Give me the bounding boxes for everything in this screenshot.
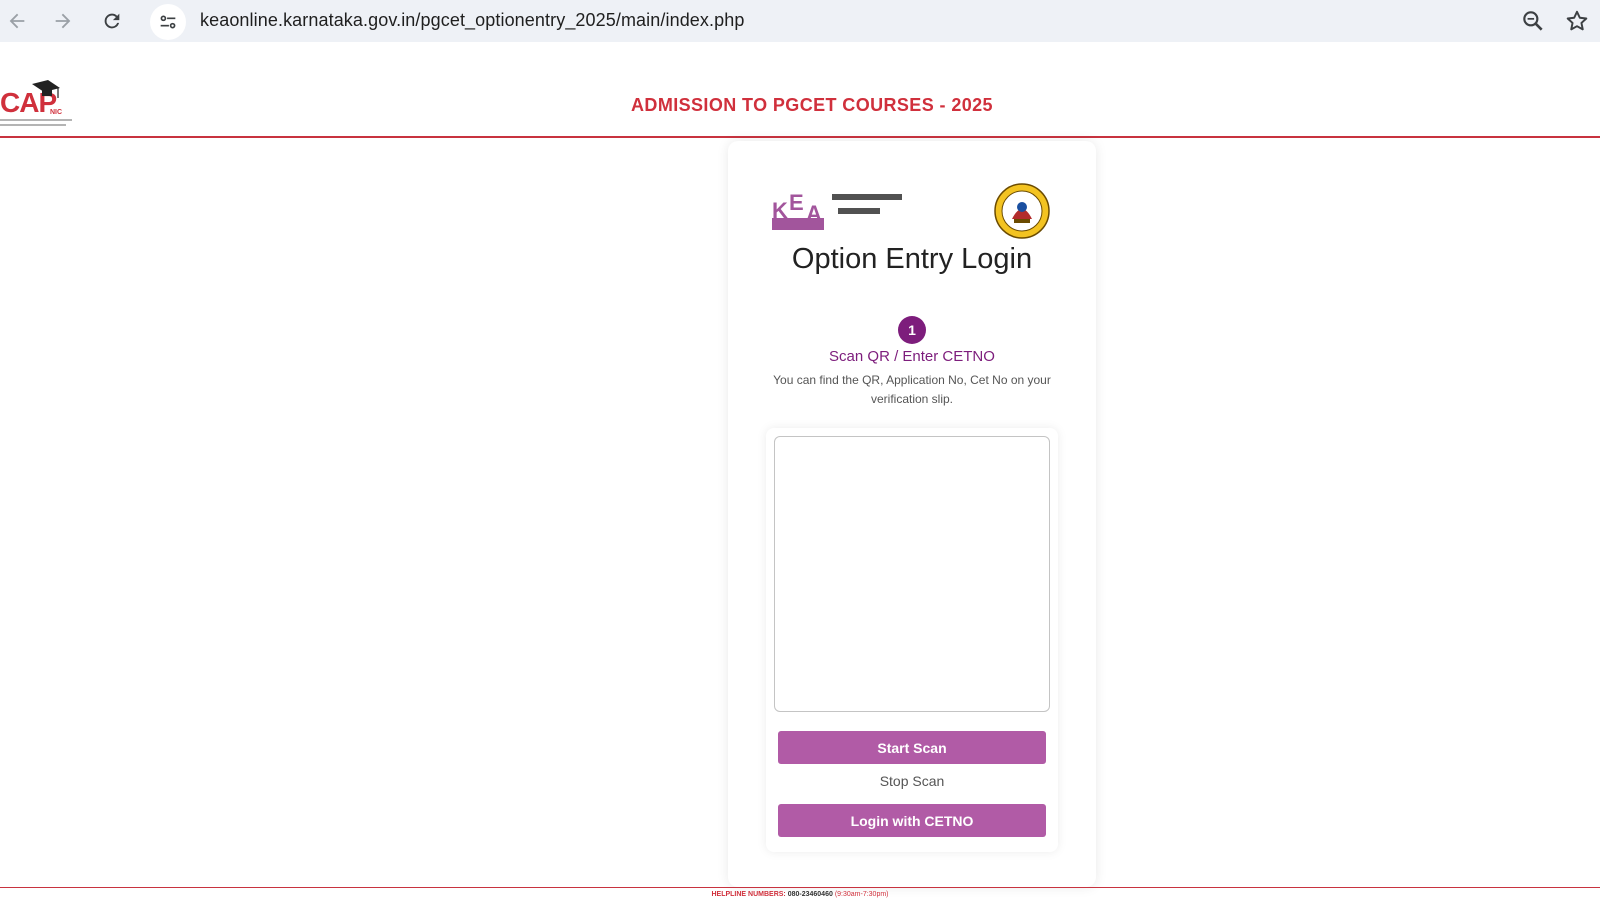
login-with-cetno-button[interactable]: Login with CETNO <box>778 804 1046 837</box>
step-hint: You can find the QR, Application No, Cet… <box>773 373 1051 406</box>
step-number-badge: 1 <box>898 316 926 344</box>
login-card: K E A Option Entry Login 1 Scan QR / Ent… <box>728 141 1096 887</box>
page-header-title: ADMISSION TO PGCET COURSES - 2025 <box>631 95 993 115</box>
kea-logo: K E A <box>772 190 902 230</box>
bookmark-star-icon[interactable] <box>1564 8 1590 34</box>
svg-text:A: A <box>806 201 822 226</box>
site-settings-icon <box>160 15 176 29</box>
stop-scan-button[interactable]: Stop Scan <box>778 768 1046 794</box>
forward-button[interactable] <box>46 4 80 38</box>
helpline-number: 080-23460460 <box>787 891 833 898</box>
login-title: Option Entry Login <box>791 243 1033 275</box>
start-scan-button[interactable]: Start Scan <box>778 731 1046 764</box>
back-button[interactable] <box>0 4 34 38</box>
zoom-icon[interactable] <box>1520 8 1546 34</box>
forward-arrow-icon <box>55 13 71 29</box>
footer-divider <box>0 887 1600 888</box>
browser-toolbar: keaonline.karnataka.gov.in/pgcet_optione… <box>0 0 1600 42</box>
reload-icon <box>104 13 120 29</box>
qr-scan-panel: Start Scan Stop Scan Login with CETNO <box>766 428 1058 852</box>
address-bar[interactable]: keaonline.karnataka.gov.in/pgcet_optione… <box>200 10 744 31</box>
back-arrow-icon <box>9 13 25 29</box>
site-header: CAP NIC ADMISSION TO PGCET COURSES - 202… <box>0 52 1600 138</box>
helpline-hours: (9:30am-7:30pm) <box>834 891 889 898</box>
svg-text:K: K <box>772 198 788 223</box>
qr-scanner-viewport <box>774 436 1050 712</box>
government-seal-icon <box>994 183 1050 239</box>
reload-button[interactable] <box>95 4 129 38</box>
helpline-footer: HELPLINE NUMBERS: 080-23460460 (9:30am-7… <box>0 891 1600 898</box>
svg-text:E: E <box>789 190 804 215</box>
site-settings-button[interactable] <box>150 4 186 40</box>
step-label: Scan QR / Enter CETNO <box>829 348 995 365</box>
helpline-label: HELPLINE NUMBERS: <box>711 891 786 898</box>
